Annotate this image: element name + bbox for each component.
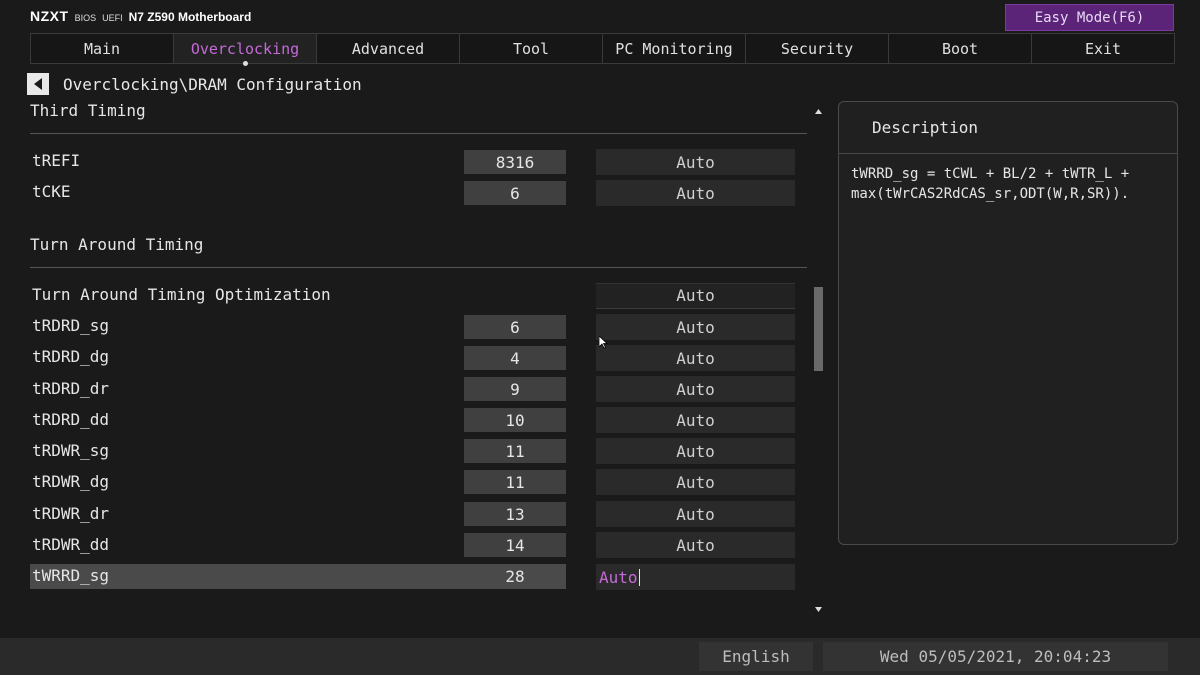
- scroll-down-icon[interactable]: [812, 604, 825, 614]
- section-title-third-timing: Third Timing: [30, 101, 146, 120]
- description-panel: Description tWRRD_sg = tCWL + BL/2 + tWT…: [838, 101, 1178, 545]
- value-trdrd-dd[interactable]: 10: [464, 408, 566, 432]
- row-label-trdrd-sg: tRDRD_sg: [32, 316, 110, 335]
- tab-main[interactable]: Main: [31, 34, 174, 63]
- value-trdrd-dg[interactable]: 4: [464, 346, 566, 370]
- section-divider: [30, 133, 807, 134]
- uefi-label: UEFI: [102, 13, 123, 23]
- easy-mode-button[interactable]: Easy Mode(F6): [1005, 4, 1174, 31]
- tab-pc-monitoring[interactable]: PC Monitoring: [603, 34, 746, 63]
- tab-overclocking[interactable]: Overclocking: [174, 34, 317, 66]
- bios-label: BIOS: [74, 13, 97, 23]
- setting-tcke[interactable]: Auto: [596, 180, 795, 206]
- tab-tool[interactable]: Tool: [460, 34, 603, 63]
- value-trdwr-dg[interactable]: 11: [464, 470, 566, 494]
- row-label-twrrd-sg: tWRRD_sg: [32, 566, 110, 585]
- value-trefi[interactable]: 8316: [464, 150, 566, 174]
- description-title: Description: [839, 102, 1177, 154]
- breadcrumb: Overclocking\DRAM Configuration: [63, 74, 362, 94]
- row-label-trdwr-dd: tRDWR_dd: [32, 535, 110, 554]
- text-caret: [638, 568, 640, 586]
- nzxt-logo: NZXT: [30, 8, 69, 24]
- tab-boot[interactable]: Boot: [889, 34, 1032, 63]
- row-label-trdwr-sg: tRDWR_sg: [32, 441, 110, 460]
- description-text: tWRRD_sg = tCWL + BL/2 + tWTR_L + max(tW…: [851, 166, 1130, 202]
- row-label-tat-optimization: Turn Around Timing Optimization: [32, 285, 331, 304]
- datetime-display: Wed 05/05/2021, 20:04:23: [823, 642, 1168, 671]
- setting-trdwr-dg[interactable]: Auto: [596, 469, 795, 495]
- setting-trefi[interactable]: Auto: [596, 149, 795, 175]
- mouse-cursor-icon: [599, 336, 608, 349]
- motherboard-model: N7 Z590 Motherboard: [128, 10, 252, 24]
- setting-tat-optimization[interactable]: Auto: [596, 283, 795, 309]
- tab-exit[interactable]: Exit: [1032, 34, 1174, 63]
- row-label-trdwr-dg: tRDWR_dg: [32, 472, 110, 491]
- row-label-tcke: tCKE: [32, 182, 71, 201]
- main-tab-bar: Main Overclocking Advanced Tool PC Monit…: [30, 33, 1175, 66]
- row-label-trdrd-dg: tRDRD_dg: [32, 347, 110, 366]
- setting-trdrd-sg[interactable]: Auto: [596, 314, 795, 340]
- setting-trdrd-dd[interactable]: Auto: [596, 407, 795, 433]
- section-title-turn-around: Turn Around Timing: [30, 235, 204, 254]
- setting-trdrd-dr[interactable]: Auto: [596, 376, 795, 402]
- row-label-trefi: tREFI: [32, 151, 81, 170]
- language-selector[interactable]: English: [699, 642, 813, 671]
- breadcrumb-row: Overclocking\DRAM Configuration: [27, 73, 362, 95]
- value-trdrd-dr[interactable]: 9: [464, 377, 566, 401]
- setting-trdwr-dr[interactable]: Auto: [596, 501, 795, 527]
- row-label-trdrd-dr: tRDRD_dr: [32, 379, 110, 398]
- setting-trdwr-dd[interactable]: Auto: [596, 532, 795, 558]
- value-tcke[interactable]: 6: [464, 181, 566, 205]
- setting-twrrd-sg-editor[interactable]: Auto: [596, 564, 795, 590]
- row-label-trdwr-dr: tRDWR_dr: [32, 504, 110, 523]
- back-arrow-icon: [34, 78, 42, 90]
- setting-trdrd-dg[interactable]: Auto: [596, 345, 795, 371]
- row-label-trdrd-dd: tRDRD_dd: [32, 410, 110, 429]
- setting-twrrd-sg-text: Auto: [599, 567, 638, 587]
- value-trdwr-dr[interactable]: 13: [464, 502, 566, 526]
- value-trdrd-sg[interactable]: 6: [464, 315, 566, 339]
- scroll-up-icon[interactable]: [812, 106, 825, 116]
- tab-security[interactable]: Security: [746, 34, 889, 63]
- setting-trdwr-sg[interactable]: Auto: [596, 438, 795, 464]
- tab-advanced[interactable]: Advanced: [317, 34, 460, 63]
- value-twrrd-sg[interactable]: 28: [464, 564, 566, 588]
- scrollbar-thumb[interactable]: [814, 287, 823, 371]
- back-button[interactable]: [27, 73, 49, 95]
- settings-scrollbar[interactable]: [812, 106, 825, 615]
- section-divider: [30, 267, 807, 268]
- value-trdwr-dd[interactable]: 14: [464, 533, 566, 557]
- value-trdwr-sg[interactable]: 11: [464, 439, 566, 463]
- brand-header: NZXT BIOS UEFI N7 Z590 Motherboard: [30, 8, 251, 26]
